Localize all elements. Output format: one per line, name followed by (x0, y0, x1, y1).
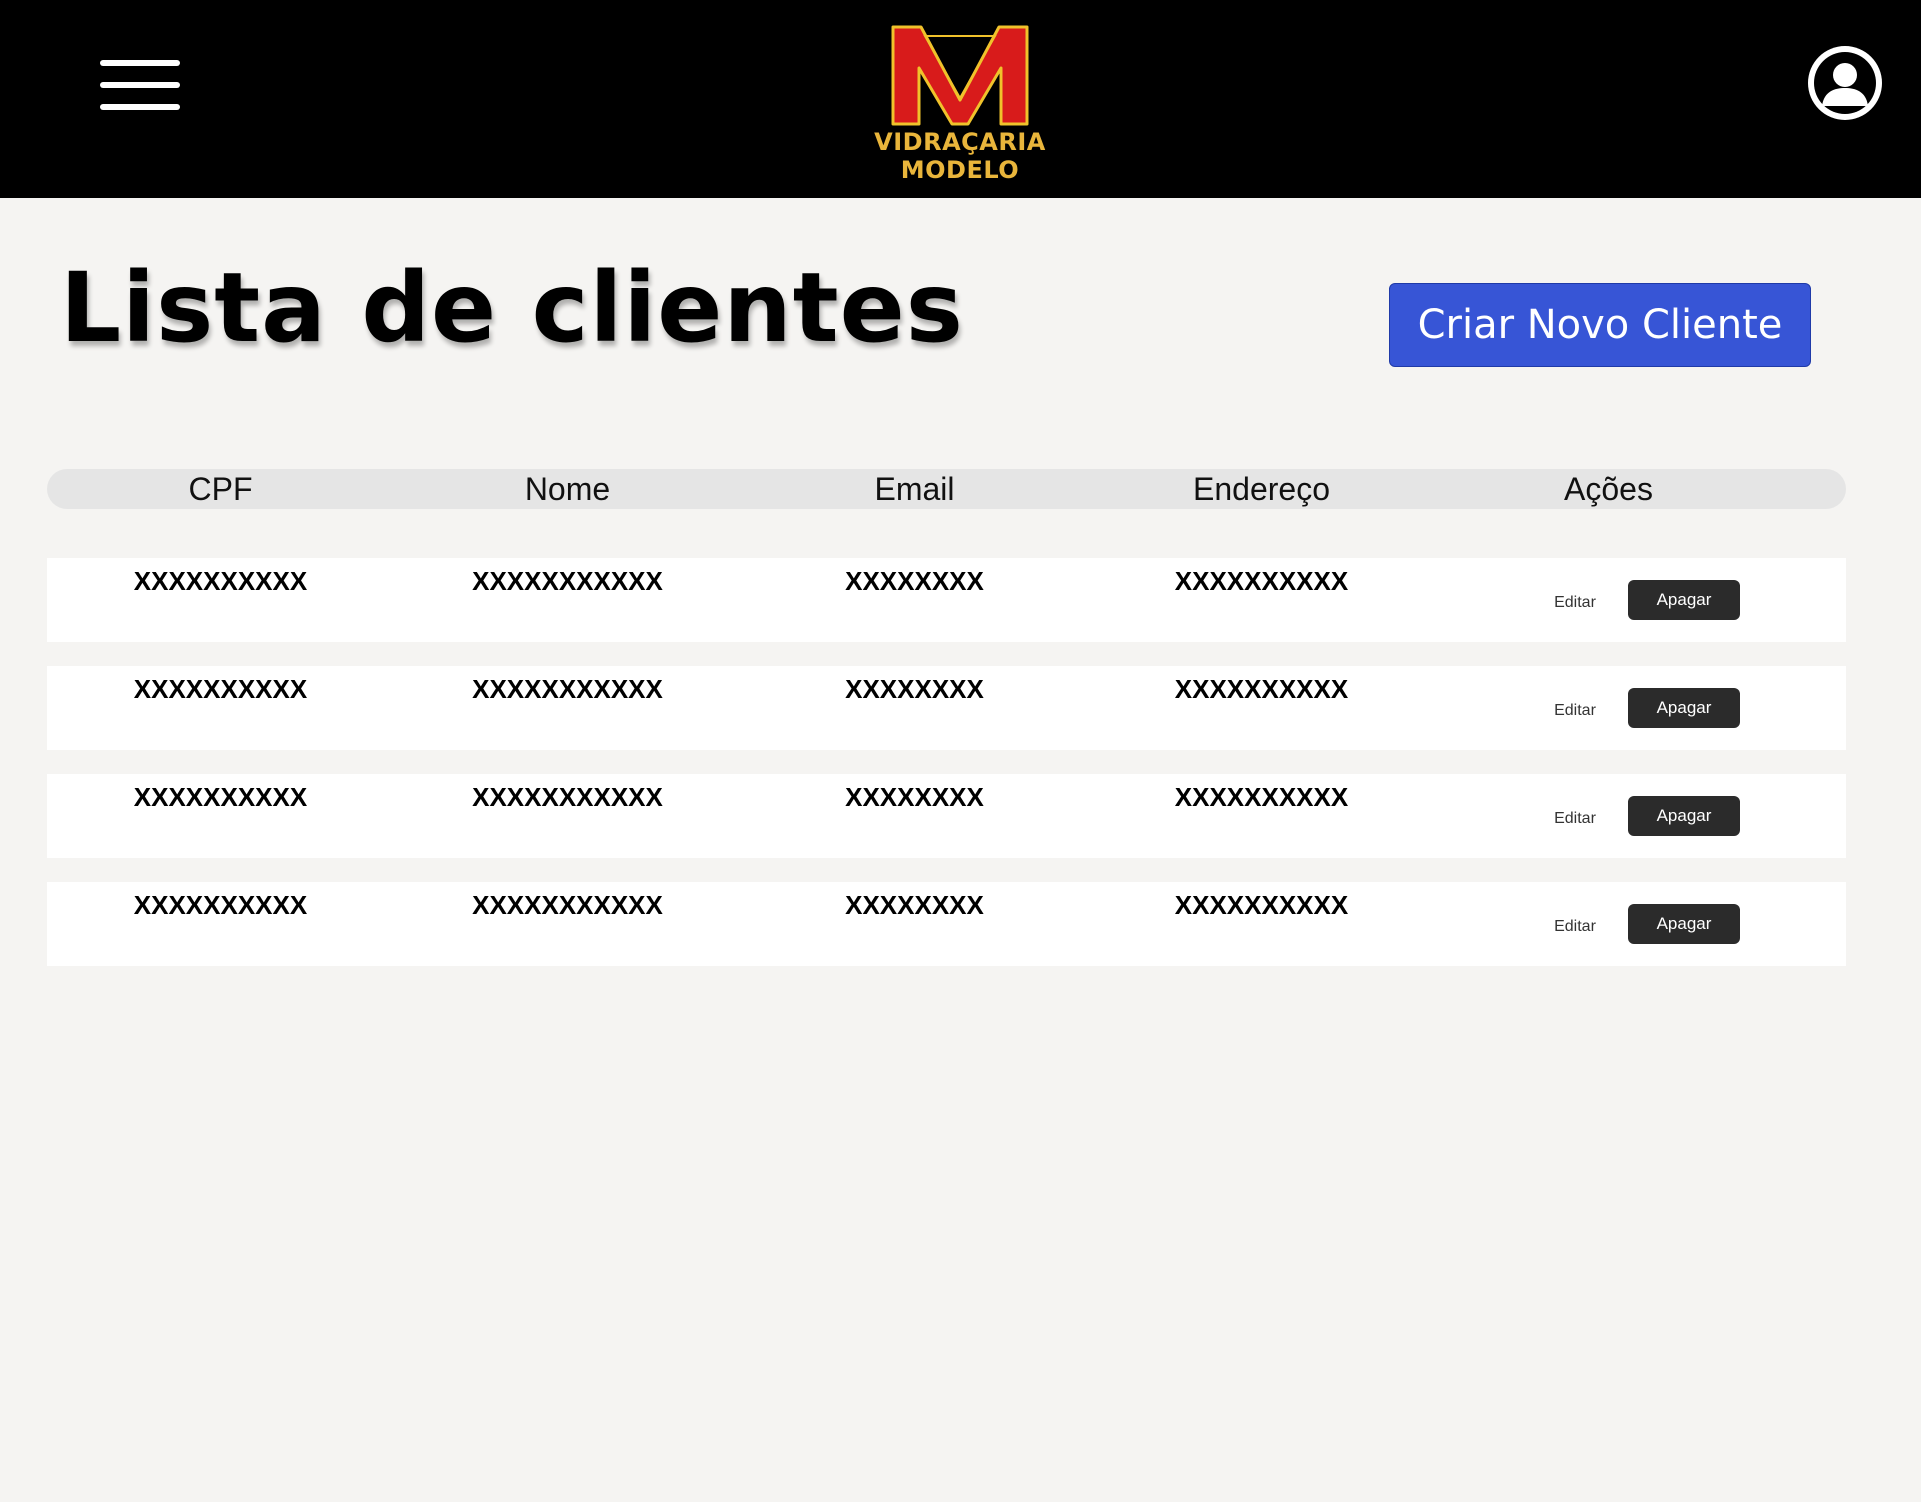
cell-endereco: XXXXXXXXXX (1174, 566, 1349, 596)
cell-endereco: XXXXXXXXXX (1174, 674, 1349, 704)
cell-cpf: XXXXXXXXXX (133, 674, 308, 704)
table-header: CPF Nome Email Endereço Ações (47, 469, 1846, 509)
cell-nome: XXXXXXXXXXX (472, 566, 663, 596)
hamburger-menu-icon[interactable] (100, 58, 182, 112)
table-row: XXXXXXXXXX XXXXXXXXXXX XXXXXXXX XXXXXXXX… (47, 774, 1846, 858)
column-header-email: Email (874, 471, 955, 507)
cell-cpf: XXXXXXXXXX (133, 782, 308, 812)
cell-nome: XXXXXXXXXXX (472, 782, 663, 812)
create-client-button[interactable]: Criar Novo Cliente (1389, 283, 1811, 367)
menu-bar-line (100, 104, 180, 110)
delete-button[interactable]: Apagar (1628, 904, 1740, 944)
cell-endereco: XXXXXXXXXX (1174, 890, 1349, 920)
delete-button[interactable]: Apagar (1628, 688, 1740, 728)
column-header-nome: Nome (524, 471, 611, 507)
edit-button[interactable]: Editar (1527, 699, 1623, 723)
column-header-endereco: Endereço (1193, 471, 1330, 507)
user-avatar-icon[interactable] (1808, 46, 1882, 120)
brand-name: VIDRAÇARIA MODELO (874, 128, 1046, 184)
cell-cpf: XXXXXXXXXX (133, 566, 308, 596)
top-header: VIDRAÇARIA MODELO (0, 0, 1921, 198)
column-header-acoes: Ações (1564, 471, 1653, 507)
cell-email: XXXXXXXX (845, 890, 984, 920)
cell-cpf: XXXXXXXXXX (133, 890, 308, 920)
table-row: XXXXXXXXXX XXXXXXXXXXX XXXXXXXX XXXXXXXX… (47, 882, 1846, 966)
delete-button[interactable]: Apagar (1628, 580, 1740, 620)
table-row: XXXXXXXXXX XXXXXXXXXXX XXXXXXXX XXXXXXXX… (47, 666, 1846, 750)
logo-m-icon (891, 25, 1029, 126)
user-silhouette-icon (1814, 52, 1876, 114)
cell-email: XXXXXXXX (845, 674, 984, 704)
table-row: XXXXXXXXXX XXXXXXXXXXX XXXXXXXX XXXXXXXX… (47, 558, 1846, 642)
page-title: Lista de clientes (60, 252, 964, 364)
cell-email: XXXXXXXX (845, 782, 984, 812)
cell-nome: XXXXXXXXXXX (472, 890, 663, 920)
menu-bar-line (100, 82, 180, 88)
edit-button[interactable]: Editar (1527, 591, 1623, 615)
brand-logo[interactable]: VIDRAÇARIA MODELO (830, 24, 1090, 184)
cell-endereco: XXXXXXXXXX (1174, 782, 1349, 812)
menu-bar-line (100, 60, 180, 66)
edit-button[interactable]: Editar (1527, 915, 1623, 939)
cell-nome: XXXXXXXXXXX (472, 674, 663, 704)
cell-email: XXXXXXXX (845, 566, 984, 596)
delete-button[interactable]: Apagar (1628, 796, 1740, 836)
column-header-cpf: CPF (188, 471, 253, 507)
edit-button[interactable]: Editar (1527, 807, 1623, 831)
